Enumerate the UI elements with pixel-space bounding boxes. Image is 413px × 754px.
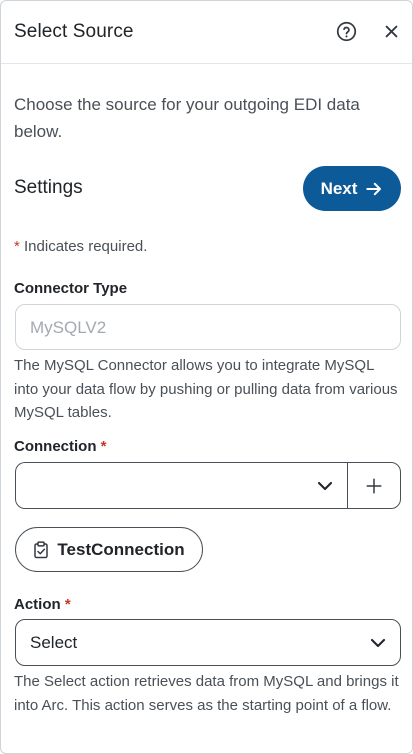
required-note: * Indicates required. xyxy=(14,238,147,255)
connector-type-value: MySQLV2 xyxy=(30,318,107,337)
connector-type-help: The MySQL Connector allows you to integr… xyxy=(14,357,398,421)
action-select[interactable]: Select xyxy=(15,619,401,666)
select-source-panel: Select Source Choose the source for your… xyxy=(0,0,413,754)
connection-select[interactable] xyxy=(15,462,348,509)
clipboard-check-icon xyxy=(34,540,49,558)
action-required-star: * xyxy=(64,596,71,613)
chevron-down-icon xyxy=(317,481,333,491)
settings-heading: Settings xyxy=(14,177,83,198)
test-connection-button[interactable]: TestConnection xyxy=(15,527,203,572)
connection-label: Connection * xyxy=(14,438,107,455)
action-label-text: Action xyxy=(14,596,61,613)
action-label: Action * xyxy=(14,596,71,613)
close-icon[interactable] xyxy=(383,23,400,40)
next-button-label: Next xyxy=(320,178,358,198)
action-help: The Select action retrieves data from My… xyxy=(14,673,399,714)
intro-text: Choose the source for your outgoing EDI … xyxy=(14,95,360,141)
connector-type-label: Connector Type xyxy=(14,280,128,297)
required-note-text: Indicates required. xyxy=(19,238,148,255)
add-connection-button[interactable] xyxy=(347,462,401,509)
panel-header: Select Source xyxy=(1,1,412,64)
test-connection-label: TestConnection xyxy=(57,539,185,559)
connection-label-text: Connection xyxy=(14,438,97,455)
question-circle-icon[interactable] xyxy=(336,21,357,42)
plus-icon xyxy=(366,478,382,493)
action-value: Select xyxy=(30,633,78,652)
connector-type-field: MySQLV2 xyxy=(15,304,401,350)
chevron-down-icon xyxy=(370,638,386,648)
arrow-right-icon xyxy=(366,182,382,195)
panel-title: Select Source xyxy=(14,21,134,42)
connection-required-star: * xyxy=(100,438,107,455)
next-button[interactable]: Next xyxy=(303,166,401,211)
